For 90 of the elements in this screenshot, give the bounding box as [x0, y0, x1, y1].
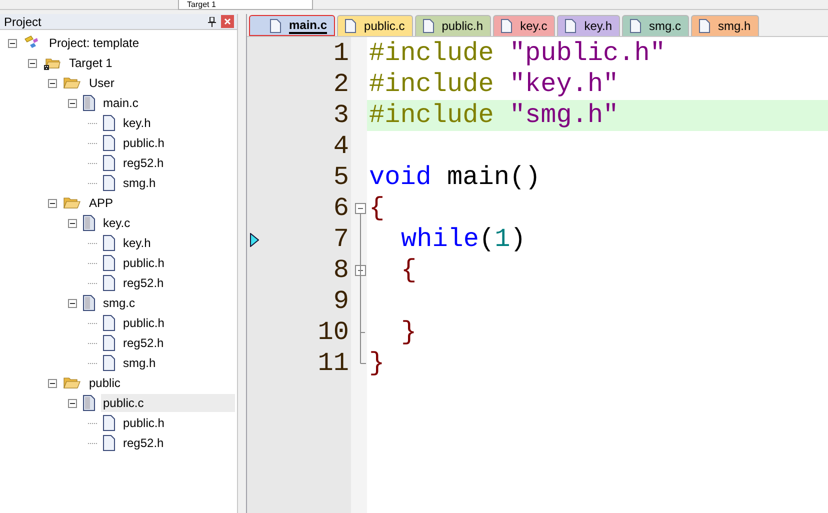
code-line: } — [369, 348, 385, 379]
file-icon — [103, 275, 115, 291]
file-icon — [699, 19, 710, 33]
tree-item[interactable]: public.h — [121, 414, 166, 432]
tree-item[interactable]: public.h — [121, 254, 166, 272]
fold-icon[interactable] — [355, 265, 366, 276]
folder-icon — [63, 196, 81, 210]
file-icon — [422, 19, 434, 33]
line-number: 6 — [333, 193, 349, 224]
line-number: 9 — [333, 286, 349, 317]
tree-item[interactable]: key.h — [121, 234, 153, 252]
file-icon — [501, 19, 512, 33]
editor-tab[interactable]: key.h — [557, 15, 620, 36]
tree-item[interactable]: public.c — [101, 394, 235, 412]
collapse-icon[interactable] — [28, 58, 37, 68]
close-icon[interactable] — [221, 15, 234, 28]
collapse-icon[interactable] — [68, 98, 77, 108]
code-line: { — [369, 193, 385, 224]
tree-item[interactable]: key.c — [101, 214, 132, 232]
fold-icon[interactable] — [355, 203, 366, 214]
tree-item[interactable]: reg52.h — [121, 274, 166, 292]
line-number: 4 — [333, 131, 349, 162]
file-icon — [103, 435, 115, 451]
file-icon — [103, 135, 115, 151]
code-line: #include "public.h" — [369, 38, 666, 69]
code-line: #include "smg.h" — [369, 100, 619, 131]
collapse-icon[interactable] — [48, 378, 57, 388]
file-icon — [630, 19, 641, 33]
line-number: 5 — [333, 162, 349, 193]
file-icon — [103, 355, 115, 371]
line-number: 3 — [333, 100, 349, 131]
collapse-icon[interactable] — [68, 218, 77, 228]
editor-tab[interactable]: public.c — [337, 15, 413, 36]
file-icon — [103, 255, 115, 271]
tree-item[interactable]: public.h — [121, 134, 166, 152]
editor-tab[interactable]: smg.c — [622, 15, 690, 36]
collapse-icon[interactable] — [48, 198, 57, 208]
file-icon — [103, 155, 115, 171]
tree-item[interactable]: smg.h — [121, 354, 158, 372]
file-icon — [345, 19, 356, 33]
code-line: #include "key.h" — [369, 69, 619, 100]
line-number: 11 — [318, 348, 349, 379]
folder-icon — [63, 76, 81, 90]
file-icon — [565, 19, 576, 33]
line-number: 1 — [333, 38, 349, 69]
tree-item[interactable]: reg52.h — [121, 154, 166, 172]
tree-item[interactable]: Project: template — [47, 34, 142, 52]
collapse-icon[interactable] — [48, 78, 57, 88]
folder-icon — [63, 376, 81, 390]
code-line: while(1) — [401, 224, 526, 255]
tree-item[interactable]: main.c — [101, 94, 140, 112]
line-number: 7 — [333, 224, 349, 255]
editor-tab[interactable]: key.c — [493, 15, 556, 36]
file-icon — [103, 415, 115, 431]
line-number: 8 — [333, 255, 349, 286]
file-icon — [103, 115, 115, 131]
project-icon — [23, 35, 41, 51]
line-number: 2 — [333, 69, 349, 100]
tree-item[interactable]: reg52.h — [121, 434, 166, 452]
collapse-icon[interactable] — [68, 298, 77, 308]
tree-item[interactable]: public — [87, 374, 122, 392]
file-icon — [83, 215, 95, 231]
pin-icon[interactable] — [207, 16, 217, 26]
tree-item[interactable]: reg52.h — [121, 334, 166, 352]
panel-title: Project — [4, 14, 42, 30]
collapse-icon[interactable] — [68, 398, 77, 408]
tree-item[interactable]: User — [87, 74, 116, 92]
file-icon — [83, 295, 95, 311]
line-number: 10 — [318, 317, 349, 348]
tree-item[interactable]: public.h — [121, 314, 166, 332]
editor-tab[interactable]: smg.h — [691, 15, 759, 36]
file-icon — [83, 95, 95, 111]
editor-tab[interactable]: public.h — [414, 15, 492, 36]
collapse-icon[interactable] — [8, 38, 17, 48]
code-line: void main() — [369, 162, 541, 193]
file-icon — [103, 315, 115, 331]
code-line: { — [401, 255, 417, 286]
tree-item[interactable]: Target 1 — [67, 54, 114, 72]
editor-tab[interactable]: main.c — [249, 15, 336, 36]
file-icon — [103, 335, 115, 351]
file-icon — [103, 175, 115, 191]
file-icon — [270, 18, 281, 32]
tree-item[interactable]: key.h — [121, 114, 153, 132]
file-icon — [103, 235, 115, 251]
tree-item[interactable]: smg.h — [121, 174, 158, 192]
file-icon — [83, 395, 95, 411]
code-line: } — [401, 317, 417, 348]
tree-item[interactable]: APP — [87, 194, 116, 212]
target-dropdown[interactable]: Target 1 — [178, 0, 313, 10]
tree-item[interactable]: smg.c — [101, 294, 138, 312]
